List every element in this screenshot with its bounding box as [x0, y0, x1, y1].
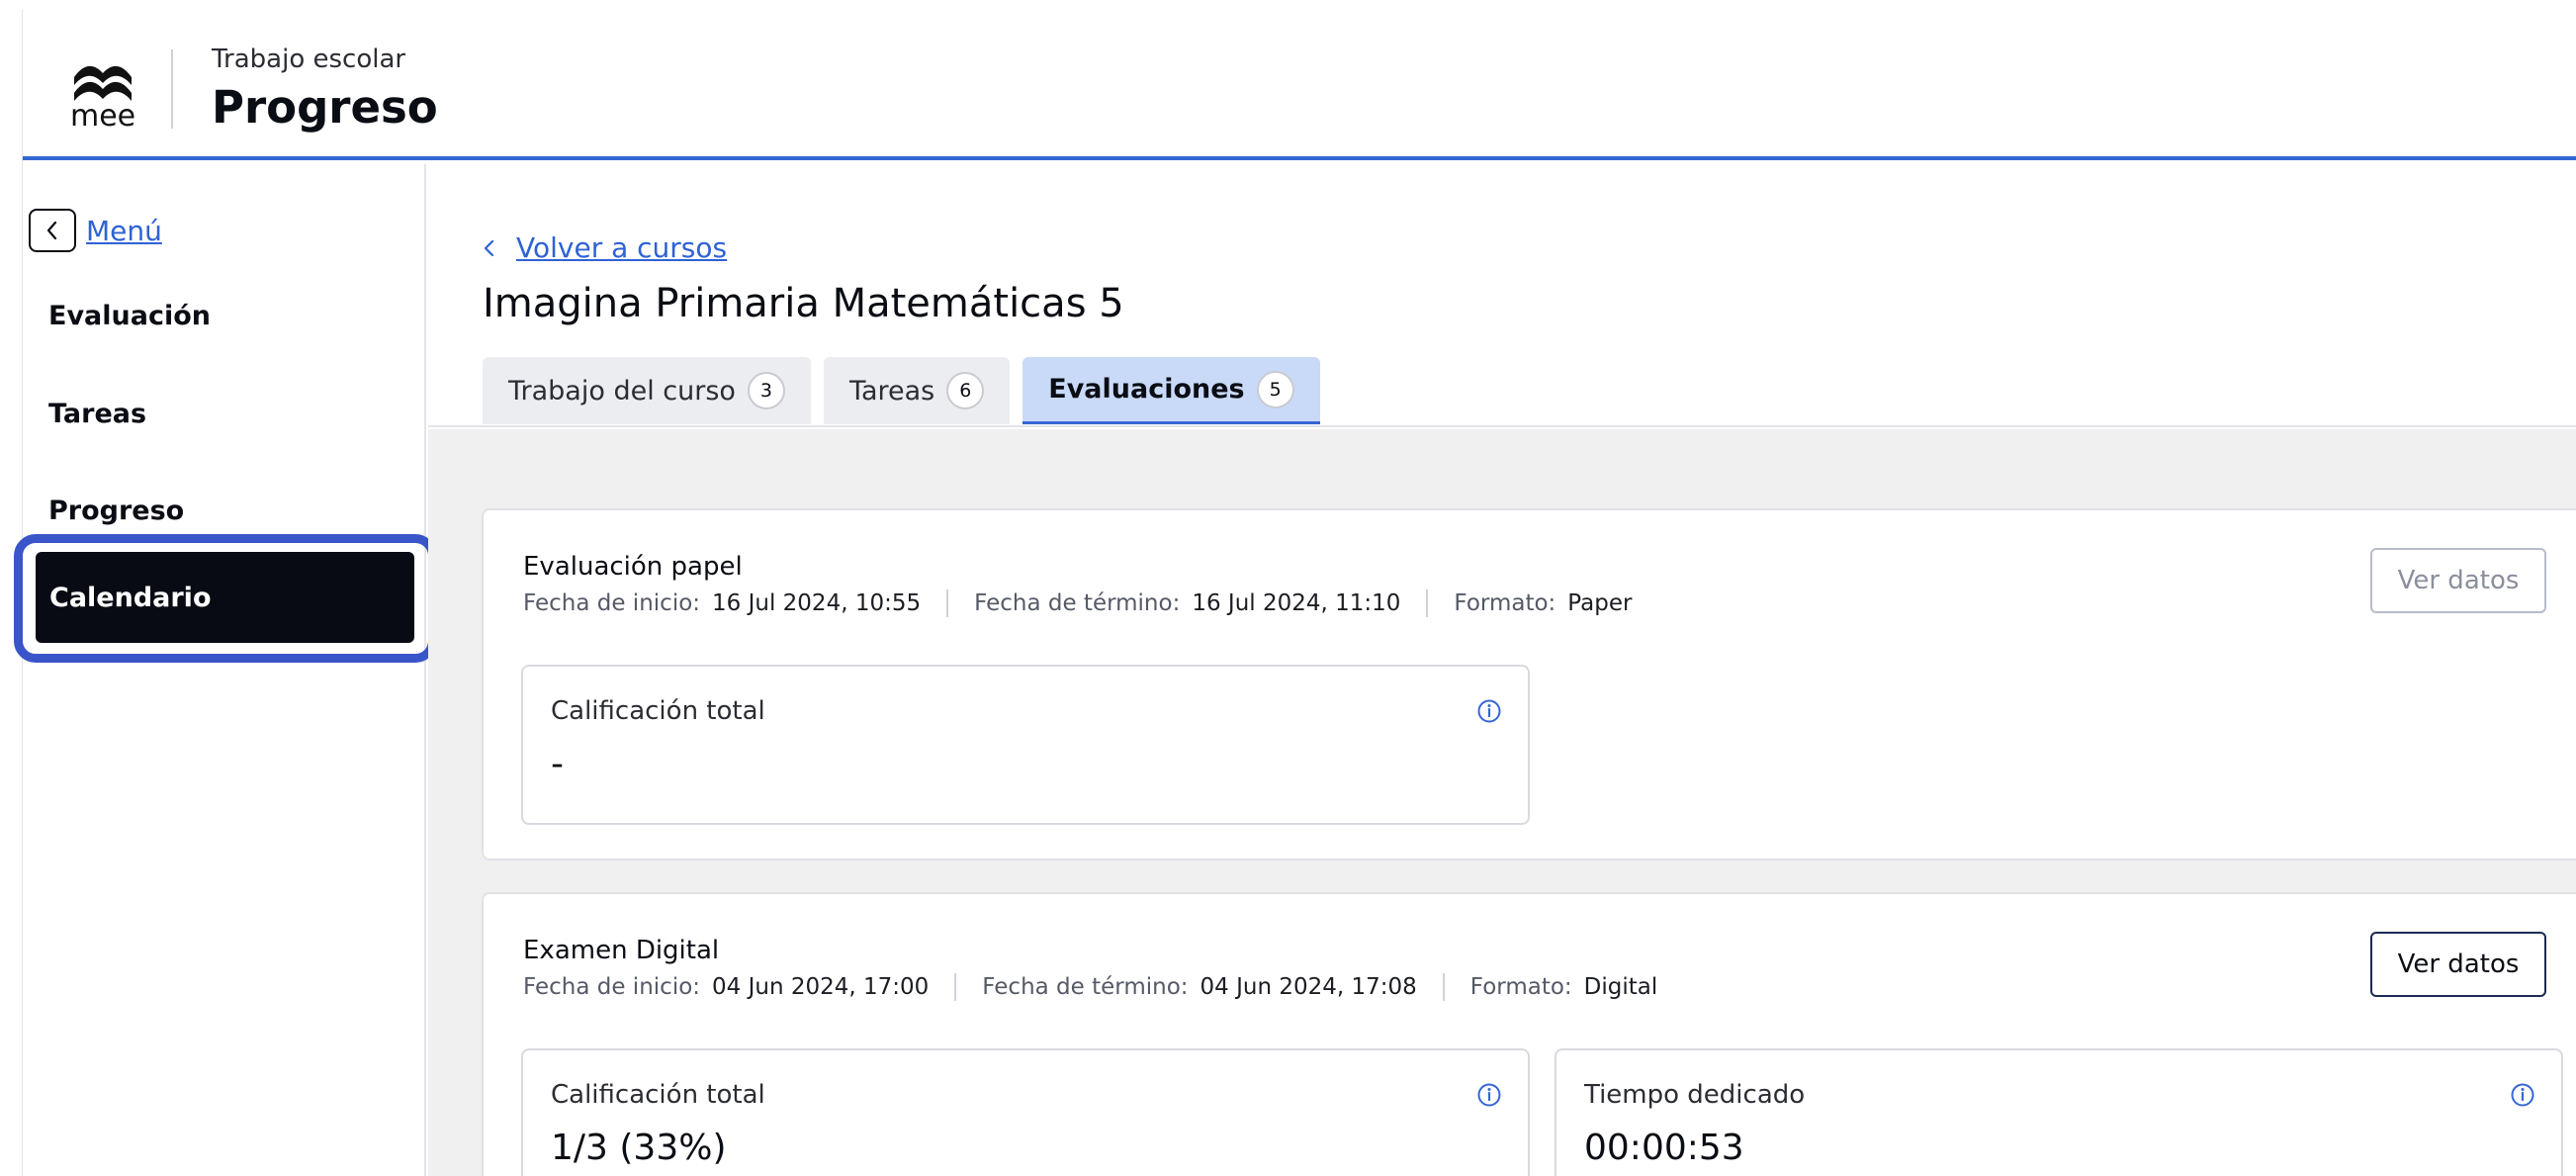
sidebar-item-progreso[interactable]: Progreso — [48, 496, 184, 526]
logo-text: mee — [70, 99, 136, 134]
assessment-title: Examen Digital — [523, 936, 720, 965]
format-label: Formato: — [1454, 590, 1556, 616]
start-date-label: Fecha de inicio: — [523, 590, 701, 616]
stat-value: 00:00:53 — [1584, 1128, 1744, 1168]
meta-divider — [1442, 973, 1445, 1001]
assessment-meta: Fecha de inicio: 04 Jun 2024, 17:00 Fech… — [523, 973, 1657, 1001]
end-date-label: Fecha de término: — [982, 974, 1189, 1000]
tab-label: Trabajo del curso — [508, 375, 736, 407]
tab-trabajo-del-curso[interactable]: Trabajo del curso 3 — [483, 357, 811, 424]
count-badge: 6 — [946, 372, 985, 409]
end-date-label: Fecha de término: — [974, 590, 1181, 616]
start-date-label: Fecha de inicio: — [523, 974, 701, 1000]
meta-divider — [954, 973, 957, 1001]
stat-card-total-grade: Calificación total - — [521, 665, 1530, 825]
end-date-value: 16 Jul 2024, 11:10 — [1192, 590, 1401, 616]
meta-divider — [1426, 589, 1429, 617]
stat-value: - — [551, 744, 564, 784]
start-date-value: 16 Jul 2024, 10:55 — [712, 590, 922, 616]
tab-label: Evaluaciones — [1048, 374, 1245, 405]
course-header: Volver a cursos Imagina Primaria Matemát… — [428, 164, 2576, 427]
stat-label: Calificación total — [551, 696, 765, 726]
back-to-courses-link[interactable]: Volver a cursos — [483, 231, 727, 264]
sidebar: Menú Evaluación Tareas Progreso Calendar… — [14, 164, 437, 1176]
tab-tareas[interactable]: Tareas 6 — [823, 357, 1011, 424]
app-window: mee Trabajo escolar Progreso Menú Evalua… — [14, 10, 2576, 1176]
format-value: Paper — [1567, 590, 1633, 616]
assessment-card: Examen Digital Fecha de inicio: 04 Jun 2… — [482, 892, 2576, 1176]
page-title: Progreso — [212, 81, 438, 134]
count-badge: 5 — [1256, 370, 1294, 408]
info-icon[interactable] — [1476, 1082, 1502, 1108]
header-divider — [171, 49, 173, 129]
header-subtitle: Trabajo escolar — [212, 45, 406, 74]
format-value: Digital — [1583, 974, 1658, 1000]
tab-evaluaciones[interactable]: Evaluaciones 5 — [1022, 357, 1320, 424]
assessment-meta: Fecha de inicio: 16 Jul 2024, 10:55 Fech… — [523, 589, 1632, 617]
format-label: Formato: — [1469, 974, 1572, 1000]
course-title: Imagina Primaria Matemáticas 5 — [483, 281, 1124, 326]
assessments-list: Evaluación papel Fecha de inicio: 16 Jul… — [428, 429, 2576, 1176]
stat-card-time-spent: Tiempo dedicado 00:00:53 — [1554, 1048, 2563, 1176]
assessment-title: Evaluación papel — [523, 552, 743, 582]
view-data-button[interactable]: Ver datos — [2370, 932, 2546, 997]
info-icon[interactable] — [2510, 1082, 2535, 1108]
assessment-card: Evaluación papel Fecha de inicio: 16 Jul… — [482, 508, 2576, 860]
stat-card-total-grade: Calificación total 1/3 (33%) — [521, 1048, 1530, 1176]
start-date-value: 04 Jun 2024, 17:00 — [712, 974, 930, 1000]
back-link-label[interactable]: Volver a cursos — [516, 231, 727, 264]
count-badge: 3 — [747, 372, 785, 409]
sidebar-item-tareas[interactable]: Tareas — [48, 399, 146, 429]
info-icon[interactable] — [1476, 698, 1502, 724]
meta-divider — [946, 589, 949, 617]
sidebar-item-evaluacion[interactable]: Evaluación — [48, 301, 211, 331]
tab-label: Tareas — [848, 375, 935, 407]
view-data-button[interactable]: Ver datos — [2370, 548, 2546, 613]
sidebar-item-calendario[interactable]: Calendario — [36, 552, 414, 643]
menu-label[interactable]: Menú — [86, 215, 162, 247]
chevron-left-icon[interactable] — [29, 209, 76, 252]
stat-value: 1/3 (33%) — [551, 1128, 727, 1168]
app-header: mee Trabajo escolar Progreso — [23, 10, 2576, 160]
main-content: Volver a cursos Imagina Primaria Matemát… — [428, 164, 2576, 1176]
tab-bar: Trabajo del curso 3 Tareas 6 Evaluacione… — [483, 357, 1333, 424]
menu-back-link[interactable]: Menú — [29, 209, 162, 252]
end-date-value: 04 Jun 2024, 17:08 — [1199, 974, 1417, 1000]
chevron-left-icon — [484, 239, 494, 256]
stat-label: Calificación total — [551, 1080, 765, 1110]
stat-label: Tiempo dedicado — [1584, 1080, 1806, 1110]
